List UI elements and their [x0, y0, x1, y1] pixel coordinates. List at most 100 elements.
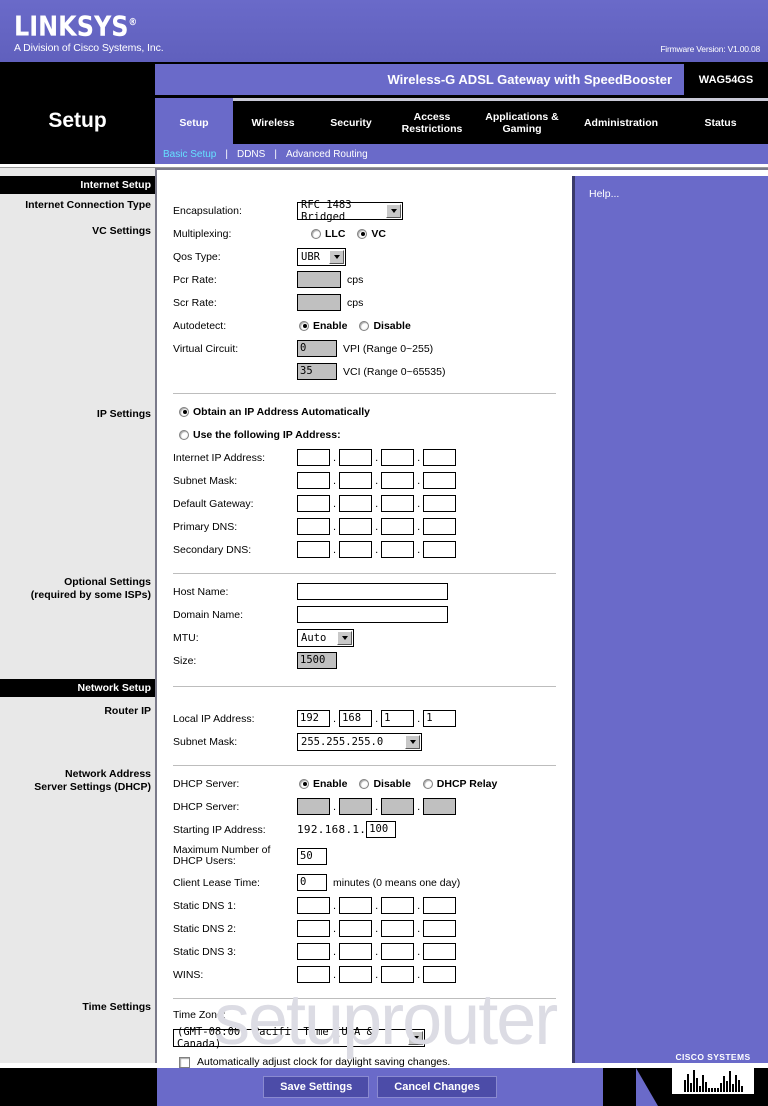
secondary-dns-octet-2[interactable] — [339, 541, 373, 558]
encapsulation-select[interactable]: RFC 1483 Bridged — [297, 199, 403, 223]
octet-dot: . — [375, 945, 379, 958]
radio-dhcp-relay[interactable] — [422, 778, 433, 789]
local-ip-octet-2[interactable]: 168 — [339, 710, 373, 727]
octet-dot: . — [333, 712, 337, 725]
tab-access-restrictions[interactable]: Access Restrictions — [389, 101, 475, 144]
secondary-dns-octet-4[interactable] — [423, 541, 457, 558]
chevron-down-icon[interactable] — [405, 734, 420, 749]
pcr-rate-input[interactable] — [297, 271, 341, 288]
tab-administration[interactable]: Administration — [569, 101, 673, 144]
dhcp-server-octet-2[interactable] — [339, 798, 373, 815]
subnet-mask-wan-octet-3[interactable] — [381, 472, 415, 489]
internet-ip-octet-2[interactable] — [339, 449, 373, 466]
divider-optional-settings — [173, 573, 556, 574]
radio-autodetect-disable[interactable] — [359, 320, 370, 331]
secondary-dns-octet-3[interactable] — [381, 541, 415, 558]
subnav-basic-setup[interactable]: Basic Setup — [163, 149, 225, 160]
wins-octet-1[interactable] — [297, 966, 330, 983]
chevron-down-icon[interactable] — [408, 1031, 423, 1045]
radio-obtain-ip-automatically[interactable] — [179, 406, 189, 417]
primary-dns-octet-3[interactable] — [381, 518, 415, 535]
static-dns-1-octet-2[interactable] — [339, 897, 373, 914]
mtu-size-input[interactable]: 1500 — [297, 652, 337, 669]
default-gateway-octet-2[interactable] — [339, 495, 373, 512]
subnav-separator-2: | — [274, 148, 277, 160]
daylight-saving-checkbox[interactable] — [179, 1056, 190, 1068]
octet-dot: . — [417, 899, 421, 912]
sub-nav-spacer — [0, 144, 155, 164]
local-ip-octet-3[interactable]: 1 — [381, 710, 415, 727]
static-dns-3-octet-3[interactable] — [381, 943, 415, 960]
local-ip-octet-4[interactable]: 1 — [423, 710, 457, 727]
label-dhcp-relay: DHCP Relay — [436, 777, 498, 790]
radio-use-following-ip[interactable] — [179, 429, 189, 440]
mtu-select[interactable]: Auto — [297, 628, 354, 647]
local-ip-octet-1[interactable]: 192 — [297, 710, 330, 727]
internet-ip-octet-4[interactable] — [423, 449, 457, 466]
internet-ip-octet-1[interactable] — [297, 449, 330, 466]
tab-status[interactable]: Status — [673, 101, 768, 144]
static-dns-2-octet-1[interactable] — [297, 920, 330, 937]
secondary-dns-octet-1[interactable] — [297, 541, 330, 558]
radio-dhcp-disable[interactable] — [359, 778, 370, 789]
static-dns-2-octet-3[interactable] — [381, 920, 415, 937]
chevron-down-icon[interactable] — [329, 249, 344, 264]
static-dns-3-octet-4[interactable] — [423, 943, 457, 960]
row-multiplexing: Multiplexing: LLC VC — [157, 222, 572, 245]
wins-octet-3[interactable] — [381, 966, 415, 983]
max-dhcp-users-input[interactable]: 50 — [297, 847, 327, 865]
static-dns-2-octet-4[interactable] — [423, 920, 457, 937]
router-subnet-mask-select[interactable]: 255.255.255.0 — [297, 732, 422, 751]
radio-multiplexing-vc[interactable] — [357, 228, 368, 239]
save-settings-button[interactable]: Save Settings — [263, 1076, 370, 1098]
label-autodetect-enable: Enable — [313, 319, 348, 332]
nav-bar: Setup Setup Wireless Security Access Rest… — [0, 98, 768, 144]
dhcp-server-octet-4[interactable] — [423, 798, 457, 815]
label-dhcp-disable: Disable — [373, 777, 411, 790]
chevron-down-icon[interactable] — [386, 203, 401, 218]
radio-dhcp-enable[interactable] — [299, 778, 309, 789]
starting-ip-prefix: 192.168.1. — [297, 823, 367, 836]
wins-octet-4[interactable] — [423, 966, 457, 983]
subnet-mask-wan-octet-1[interactable] — [297, 472, 330, 489]
host-name-input[interactable] — [297, 583, 448, 600]
scr-rate-input[interactable] — [297, 294, 341, 311]
starting-ip-last-octet-input[interactable]: 100 — [366, 821, 397, 838]
tab-wireless[interactable]: Wireless — [233, 101, 313, 144]
default-gateway-octet-1[interactable] — [297, 495, 330, 512]
domain-name-input[interactable] — [297, 606, 448, 623]
time-zone-select[interactable]: (GMT-08:00) Pacific Time (USA & Canada) — [173, 1026, 425, 1050]
static-dns-1-octet-4[interactable] — [423, 897, 457, 914]
default-gateway-octet-3[interactable] — [381, 495, 415, 512]
subnet-mask-wan-octet-2[interactable] — [339, 472, 373, 489]
chevron-down-icon[interactable] — [337, 630, 352, 645]
wins-octet-2[interactable] — [339, 966, 373, 983]
cancel-changes-button[interactable]: Cancel Changes — [377, 1076, 497, 1098]
vci-input[interactable]: 35 — [297, 363, 337, 380]
static-dns-3-octet-2[interactable] — [339, 943, 373, 960]
qos-type-select[interactable]: UBR — [297, 247, 346, 266]
default-gateway-octet-4[interactable] — [423, 495, 457, 512]
primary-dns-octet-2[interactable] — [339, 518, 373, 535]
static-dns-1-octet-3[interactable] — [381, 897, 415, 914]
subnet-mask-wan-octet-4[interactable] — [423, 472, 457, 489]
tab-applications-gaming[interactable]: Applications & Gaming — [475, 101, 569, 144]
dhcp-server-octet-3[interactable] — [381, 798, 415, 815]
vpi-input[interactable]: 0 — [297, 340, 337, 357]
radio-multiplexing-llc[interactable] — [311, 228, 321, 239]
tab-security[interactable]: Security — [313, 101, 389, 144]
subnav-ddns[interactable]: DDNS — [237, 149, 274, 160]
radio-autodetect-enable[interactable] — [299, 320, 309, 331]
static-dns-1-octet-1[interactable] — [297, 897, 330, 914]
client-lease-time-input[interactable]: 0 — [297, 874, 327, 891]
static-dns-3-octet-1[interactable] — [297, 943, 330, 960]
static-dns-2-octet-2[interactable] — [339, 920, 373, 937]
primary-dns-octet-1[interactable] — [297, 518, 330, 535]
tab-setup[interactable]: Setup — [155, 98, 233, 144]
primary-dns-octet-4[interactable] — [423, 518, 457, 535]
dhcp-server-octet-1[interactable] — [297, 798, 330, 815]
unit-pcr-cps: cps — [347, 273, 364, 286]
help-link[interactable]: Help... — [575, 176, 768, 200]
subnav-advanced-routing[interactable]: Advanced Routing — [286, 149, 377, 160]
internet-ip-octet-3[interactable] — [381, 449, 415, 466]
